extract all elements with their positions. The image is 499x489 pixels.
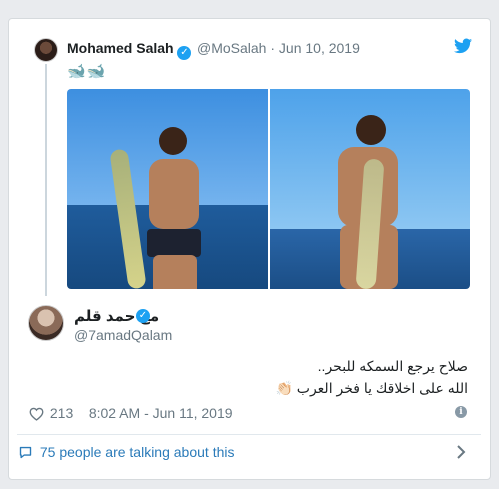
like-count[interactable]: 213 bbox=[50, 405, 73, 421]
quoted-date[interactable]: Jun 10, 2019 bbox=[279, 40, 360, 56]
quoted-tweet-text: 🐋🐋 bbox=[67, 63, 107, 80]
twitter-bird-icon[interactable] bbox=[454, 38, 472, 54]
verified-badge-icon: ✓ bbox=[177, 46, 192, 60]
author-avatar[interactable] bbox=[28, 305, 64, 341]
photo-person bbox=[356, 115, 386, 145]
thread-line bbox=[45, 64, 47, 296]
photo-person-torso bbox=[149, 159, 199, 229]
tweet-text-line-2: الله على اخلاقك يا فخر العرب 👏🏻 bbox=[275, 380, 468, 397]
quoted-handle[interactable]: @MoSalah bbox=[197, 40, 266, 56]
tweet-timestamp[interactable]: 8:02 AM - Jun 11, 2019 bbox=[89, 405, 233, 421]
tweet-text-line-1: صلاح يرجع السمكه للبحر.. bbox=[317, 358, 468, 374]
photo-person-shorts bbox=[147, 229, 201, 257]
quoted-author-name[interactable]: Mohamed Salah ✓ bbox=[67, 40, 192, 60]
info-icon[interactable]: i bbox=[455, 406, 467, 418]
photo-person bbox=[159, 127, 187, 155]
chevron-right-icon[interactable] bbox=[456, 444, 466, 460]
conversation-text[interactable]: 75 people are talking about this bbox=[40, 444, 235, 460]
verified-badge-icon: ✓ bbox=[136, 309, 150, 323]
photo-person-legs bbox=[153, 255, 197, 289]
clap-emoji: 👏🏻 bbox=[275, 380, 293, 396]
quoted-handle-row: @MoSalah · Jun 10, 2019 bbox=[197, 40, 360, 56]
tweet-meta: 213 8:02 AM - Jun 11, 2019 bbox=[29, 405, 233, 421]
quoted-photo-right[interactable] bbox=[270, 89, 470, 289]
speech-bubble-icon bbox=[19, 446, 32, 459]
handle-separator: · bbox=[270, 40, 276, 56]
quoted-author-name-text: Mohamed Salah bbox=[67, 40, 174, 56]
tweet-text-line-2-text: الله على اخلاقك يا فخر العرب bbox=[296, 380, 468, 396]
mosalah-avatar[interactable] bbox=[34, 38, 58, 62]
conversation-row[interactable]: 75 people are talking about this bbox=[18, 444, 234, 460]
quoted-photo-left[interactable] bbox=[67, 89, 268, 289]
author-handle[interactable]: @7amadQalam bbox=[74, 327, 172, 343]
heart-icon[interactable] bbox=[29, 407, 44, 421]
